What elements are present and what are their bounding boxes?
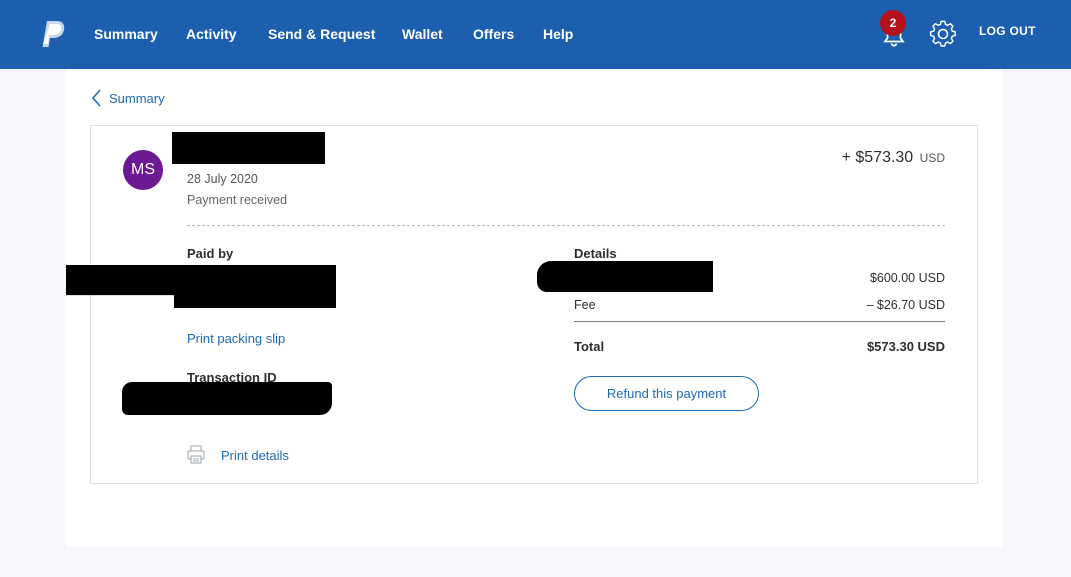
chevron-left-icon	[92, 89, 101, 107]
total-amount: $573.30 USD	[866, 339, 945, 354]
logout-link[interactable]: LOG OUT	[979, 24, 1036, 38]
fee-label: Fee	[574, 298, 596, 312]
avatar: MS	[123, 150, 163, 190]
total-label: Total	[574, 339, 605, 354]
paid-by-heading: Paid by	[187, 246, 234, 261]
nav-summary[interactable]: Summary	[94, 26, 158, 42]
nav-send-request[interactable]: Send & Request	[268, 26, 375, 42]
total-divider	[574, 321, 945, 322]
amount-currency: USD	[919, 151, 945, 165]
transaction-amount: + $573.30 USD	[842, 149, 945, 167]
back-to-summary-link[interactable]: Summary	[90, 88, 165, 108]
printer-icon	[187, 445, 205, 464]
redacted-transaction-id	[122, 382, 332, 415]
back-link-label: Summary	[109, 90, 165, 106]
section-divider	[187, 225, 945, 226]
transaction-status: Payment received	[187, 193, 288, 207]
top-navigation-bar: Summary Activity Send & Request Wallet O…	[0, 0, 1071, 69]
nav-wallet[interactable]: Wallet	[402, 26, 443, 42]
redacted-name	[172, 132, 325, 164]
settings-gear-icon[interactable]	[929, 20, 957, 48]
redacted-item-description	[537, 261, 713, 292]
paypal-logo-icon[interactable]	[40, 20, 66, 48]
nav-help[interactable]: Help	[543, 26, 573, 42]
print-packing-slip-link[interactable]: Print packing slip	[187, 331, 285, 346]
amount-value: + $573.30	[841, 149, 914, 166]
details-heading: Details	[574, 246, 617, 261]
details-gross-amount: $600.00 USD	[869, 271, 945, 285]
nav-activity[interactable]: Activity	[186, 26, 237, 42]
transaction-date: 28 July 2020	[187, 172, 258, 186]
notification-badge: 2	[880, 10, 906, 36]
refund-payment-button[interactable]: Refund this payment	[574, 376, 759, 411]
nav-offers[interactable]: Offers	[473, 26, 514, 42]
print-details-link[interactable]: Print details	[221, 448, 289, 463]
fee-amount: – $26.70 USD	[866, 298, 945, 312]
